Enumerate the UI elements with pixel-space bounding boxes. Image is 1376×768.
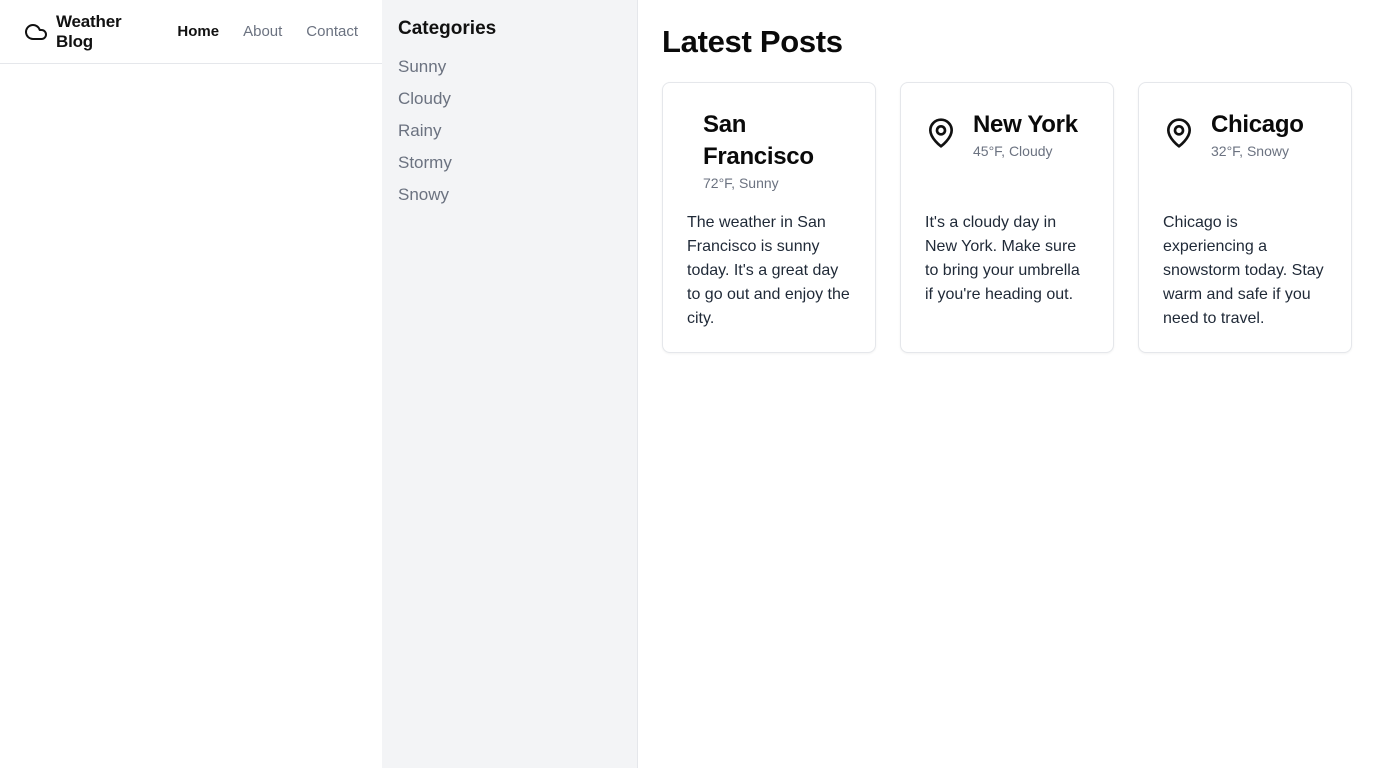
card-body: It's a cloudy day in New York. Make sure… xyxy=(925,214,1080,303)
card-body: The weather in San Francisco is sunny to… xyxy=(687,214,850,327)
post-card-chicago[interactable]: Chicago 32°F, Snowy Chicago is experienc… xyxy=(1138,82,1352,353)
app-root: Weather Blog Home About Contact Categori… xyxy=(0,0,1376,768)
category-link-cloudy[interactable]: Cloudy xyxy=(398,89,451,108)
post-cards: San Francisco 72°F, Sunny The weather in… xyxy=(662,82,1352,353)
brand-link[interactable]: Weather Blog xyxy=(24,12,161,52)
main-content: Latest Posts San Francisco 72°F, Sunny T… xyxy=(638,0,1376,768)
card-title-group: Chicago 32°F, Snowy xyxy=(1211,107,1304,159)
categories-list: Sunny Cloudy Rainy Stormy Snowy xyxy=(398,56,621,206)
map-pin-icon xyxy=(925,117,957,149)
category-link-snowy[interactable]: Snowy xyxy=(398,185,449,204)
nav-contact-link[interactable]: Contact xyxy=(306,23,358,40)
category-item: Cloudy xyxy=(398,88,621,110)
categories-sidebar: Categories Sunny Cloudy Rainy Stormy Sno… xyxy=(382,0,638,768)
main-nav: Home About Contact xyxy=(177,23,382,40)
nav-home-link[interactable]: Home xyxy=(177,23,219,40)
card-title-group: New York 45°F, Cloudy xyxy=(973,107,1078,159)
card-body: Chicago is experiencing a snowstorm toda… xyxy=(1163,214,1324,327)
category-item: Sunny xyxy=(398,56,621,78)
card-header: Chicago 32°F, Snowy xyxy=(1163,107,1327,211)
post-card-san-francisco[interactable]: San Francisco 72°F, Sunny The weather in… xyxy=(662,82,876,353)
card-header: New York 45°F, Cloudy xyxy=(925,107,1089,211)
cloud-icon xyxy=(24,20,48,44)
card-city: Chicago xyxy=(1211,111,1304,138)
site-header: Weather Blog Home About Contact xyxy=(0,0,382,64)
card-city: San Francisco xyxy=(703,111,814,170)
card-temperature: 32°F, Snowy xyxy=(1211,143,1289,159)
page-title: Latest Posts xyxy=(662,24,843,59)
category-item: Rainy xyxy=(398,120,621,142)
card-title-group: San Francisco 72°F, Sunny xyxy=(703,107,851,191)
post-card-new-york[interactable]: New York 45°F, Cloudy It's a cloudy day … xyxy=(900,82,1114,353)
nav-about-link[interactable]: About xyxy=(243,23,282,40)
category-item: Stormy xyxy=(398,152,621,174)
category-item: Snowy xyxy=(398,184,621,206)
card-city: New York xyxy=(973,111,1078,138)
category-link-sunny[interactable]: Sunny xyxy=(398,57,446,76)
categories-title: Categories xyxy=(398,18,497,39)
card-header: San Francisco 72°F, Sunny xyxy=(687,107,851,211)
category-link-stormy[interactable]: Stormy xyxy=(398,153,452,172)
brand-title: Weather Blog xyxy=(56,11,122,51)
card-temperature: 45°F, Cloudy xyxy=(973,143,1053,159)
card-temperature: 72°F, Sunny xyxy=(703,175,779,191)
map-pin-icon xyxy=(1163,117,1195,149)
category-link-rainy[interactable]: Rainy xyxy=(398,121,441,140)
